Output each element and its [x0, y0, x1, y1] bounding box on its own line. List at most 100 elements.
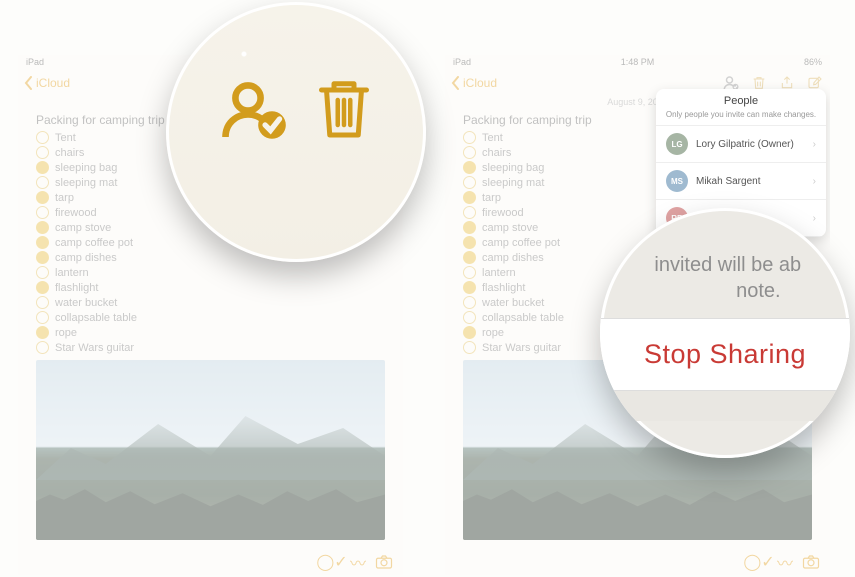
clock: 1:48 PM: [621, 57, 655, 67]
checkbox-circle[interactable]: [463, 311, 476, 324]
chevron-right-icon: ›: [813, 176, 816, 187]
checklist-label: camp coffee pot: [482, 237, 560, 249]
checklist-label: Tent: [55, 132, 76, 144]
draw-icon[interactable]: 〰: [776, 553, 794, 571]
checklist-label: sleeping bag: [55, 162, 117, 174]
stop-sharing-button[interactable]: Stop Sharing: [600, 318, 850, 391]
checklist-label: firewood: [482, 207, 524, 219]
checkbox-circle[interactable]: [463, 131, 476, 144]
checkbox-circle[interactable]: [463, 176, 476, 189]
checkbox-circle[interactable]: [36, 341, 49, 354]
checkbox-circle[interactable]: [36, 206, 49, 219]
checklist-label: tarp: [55, 192, 74, 204]
checklist-item[interactable]: Star Wars guitar: [36, 341, 385, 354]
checklist-label: flashlight: [482, 282, 525, 294]
checklist-label: flashlight: [55, 282, 98, 294]
checklist-label: camp dishes: [55, 252, 117, 264]
checklist-label: water bucket: [55, 297, 117, 309]
checkbox-circle[interactable]: [36, 281, 49, 294]
checkbox-circle[interactable]: [36, 191, 49, 204]
checkbox-circle[interactable]: [463, 326, 476, 339]
checkbox-circle[interactable]: [36, 131, 49, 144]
trash-icon[interactable]: [314, 74, 374, 151]
checklist-label: chairs: [55, 147, 84, 159]
checkbox-circle[interactable]: [36, 296, 49, 309]
checklist-label: camp dishes: [482, 252, 544, 264]
checklist-label: sleeping bag: [482, 162, 544, 174]
checkbox-circle[interactable]: [36, 311, 49, 324]
note-photo: [36, 360, 385, 540]
back-button[interactable]: iCloud: [451, 76, 497, 90]
checkbox-circle[interactable]: [463, 281, 476, 294]
popover-subtitle: Only people you invite can make changes.: [656, 110, 826, 126]
checklist-label: camp coffee pot: [55, 237, 133, 249]
device-label: iPad: [26, 57, 44, 67]
checkbox-circle[interactable]: [463, 191, 476, 204]
checklist-label: sleeping mat: [55, 177, 117, 189]
person-name: Mikah Sargent: [696, 176, 805, 187]
checklist-label: collapsable table: [55, 312, 137, 324]
avatar: LG: [666, 133, 688, 155]
checklist-item[interactable]: rope: [36, 326, 385, 339]
battery-label: 86%: [804, 57, 822, 67]
camera-icon[interactable]: [375, 553, 393, 571]
checkbox-circle[interactable]: [463, 236, 476, 249]
checkbox-circle[interactable]: [463, 296, 476, 309]
person-row[interactable]: LG Lory Gilpatric (Owner) ›: [656, 126, 826, 163]
checklist-label: camp stove: [482, 222, 538, 234]
checklist-label: tarp: [482, 192, 501, 204]
checklist-label: collapsable table: [482, 312, 564, 324]
checkbox-circle[interactable]: [36, 146, 49, 159]
chevron-left-icon: [24, 76, 34, 90]
status-bar: iPad 1:48 PM 86%: [445, 55, 830, 69]
checkbox-circle[interactable]: [36, 326, 49, 339]
checkbox-circle[interactable]: [36, 236, 49, 249]
checklist-label: chairs: [482, 147, 511, 159]
checklist-label: Tent: [482, 132, 503, 144]
checklist-label: rope: [482, 327, 504, 339]
checkbox-circle[interactable]: [463, 161, 476, 174]
checklist-item[interactable]: flashlight: [36, 281, 385, 294]
checkbox-circle[interactable]: [463, 266, 476, 279]
person-name: Lory Gilpatric (Owner): [696, 139, 805, 150]
checklist-label: Star Wars guitar: [55, 342, 134, 354]
checklist-label: camp stove: [55, 222, 111, 234]
back-button[interactable]: iCloud: [24, 76, 70, 90]
device-label: iPad: [453, 57, 471, 67]
checkbox-circle[interactable]: [36, 251, 49, 264]
checkbox-circle[interactable]: [36, 221, 49, 234]
checklist-item[interactable]: lantern: [36, 266, 385, 279]
checkbox-circle[interactable]: [463, 206, 476, 219]
check-icon[interactable]: ◯✓: [750, 553, 768, 571]
note-tools: ◯✓ 〰: [750, 553, 820, 571]
checkbox-circle[interactable]: [36, 161, 49, 174]
chevron-left-icon: [451, 76, 461, 90]
checklist-item[interactable]: water bucket: [36, 296, 385, 309]
checkbox-circle[interactable]: [463, 251, 476, 264]
checklist-label: lantern: [55, 267, 89, 279]
magnifier-stop-sharing-zoom: invited will be ab note. Stop Sharing: [600, 208, 850, 458]
checklist-label: sleeping mat: [482, 177, 544, 189]
checklist-label: firewood: [55, 207, 97, 219]
sharing-hint-text: invited will be ab note.: [641, 246, 809, 318]
magnifier-toolbar-zoom: [166, 2, 426, 262]
checkbox-circle[interactable]: [463, 146, 476, 159]
popover-title: People: [656, 89, 826, 110]
avatar: MS: [666, 170, 688, 192]
checkbox-circle[interactable]: [463, 221, 476, 234]
checkbox-circle[interactable]: [463, 341, 476, 354]
checklist-label: lantern: [482, 267, 516, 279]
stop-sharing-label: Stop Sharing: [644, 339, 806, 369]
camera-icon[interactable]: [802, 553, 820, 571]
chevron-right-icon: ›: [813, 139, 816, 150]
checkbox-circle[interactable]: [36, 266, 49, 279]
draw-icon[interactable]: 〰: [349, 553, 367, 571]
checklist-label: water bucket: [482, 297, 544, 309]
person-row[interactable]: MS Mikah Sargent ›: [656, 163, 826, 200]
note-tools: ◯✓ 〰: [323, 553, 393, 571]
checkbox-circle[interactable]: [36, 176, 49, 189]
checklist-item[interactable]: collapsable table: [36, 311, 385, 324]
checklist-label: rope: [55, 327, 77, 339]
check-icon[interactable]: ◯✓: [323, 553, 341, 571]
share-person-icon[interactable]: [218, 74, 290, 151]
